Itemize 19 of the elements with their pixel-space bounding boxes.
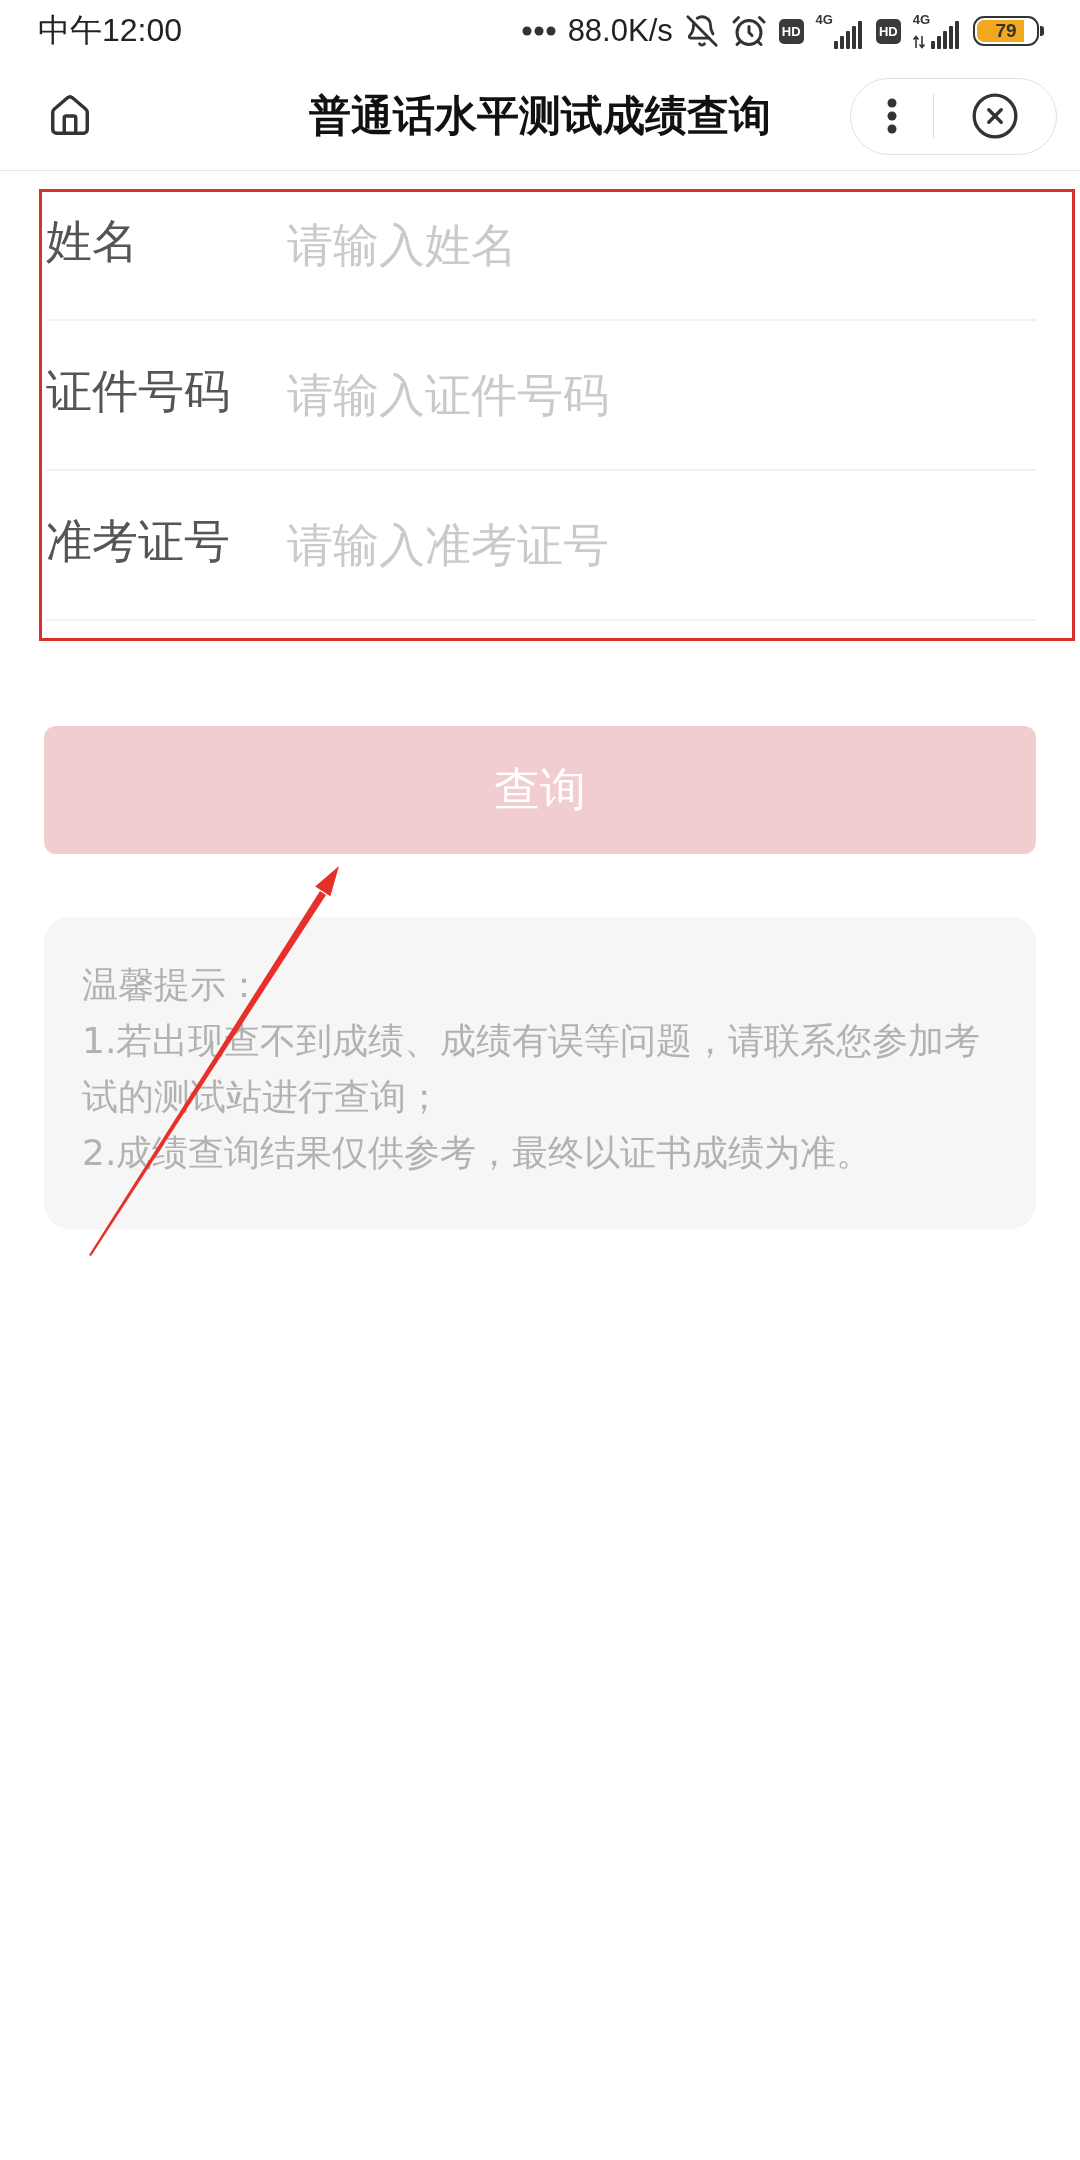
bell-off-icon — [684, 14, 719, 48]
notification-dots-icon — [521, 26, 556, 36]
field-label: 证件号码 — [46, 363, 231, 420]
network-type: 4G — [912, 13, 930, 27]
field-label: 姓名 — [46, 213, 139, 270]
signal-bars-icon — [833, 21, 864, 49]
signal-bars-icon — [931, 21, 961, 49]
network-type: 4G — [815, 13, 833, 27]
status-time: 中午12:00 — [38, 11, 183, 50]
more-icon — [886, 98, 897, 134]
battery-indicator: 79 — [973, 16, 1044, 46]
tips-title: 温馨提示： — [82, 963, 263, 1007]
field-label: 准考证号 — [46, 513, 231, 570]
alarm-clock-icon — [730, 13, 767, 49]
hd-badge: HD — [778, 18, 804, 44]
hd-badge: HD — [875, 18, 901, 44]
network-speed: 88.0K/s — [567, 13, 673, 49]
data-arrows-icon — [912, 35, 925, 49]
page-title: 普通话水平测试成绩查询 — [309, 90, 771, 142]
